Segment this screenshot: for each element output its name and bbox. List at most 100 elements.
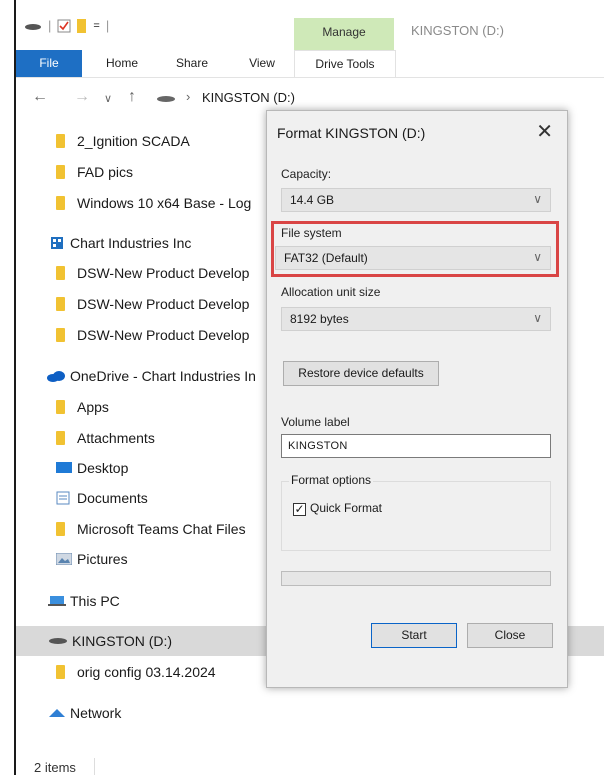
tab-home[interactable]: Home: [96, 50, 148, 77]
nav-item-label: Desktop: [77, 460, 129, 476]
nav-item[interactable]: Apps: [56, 394, 109, 420]
nav-item-label: Chart Industries Inc: [70, 235, 192, 251]
nav-item-label: DSW-New Product Develop: [77, 265, 250, 281]
nav-item-label: Windows 10 x64 Base - Log: [77, 195, 252, 211]
close-button[interactable]: Close: [467, 623, 553, 648]
tab-drive-tools[interactable]: Drive Tools: [294, 50, 396, 77]
quick-format-label[interactable]: Quick Format: [310, 501, 382, 515]
tab-share[interactable]: Share: [166, 50, 218, 77]
nav-item-label: Documents: [77, 490, 148, 506]
forward-arrow-icon[interactable]: →: [74, 88, 90, 106]
folder-icon: [56, 165, 65, 179]
allocation-unit-dropdown[interactable]: 8192 bytes ∨: [281, 307, 551, 331]
manage-tab-group-label: Manage: [322, 25, 366, 39]
drive-icon[interactable]: [24, 21, 42, 31]
filesystem-label: File system: [281, 226, 342, 240]
capacity-value: 14.4 GB: [290, 193, 335, 207]
nav-item-label: orig config 03.14.2024: [77, 664, 216, 680]
chevron-down-icon: ∨: [533, 311, 542, 325]
filesystem-value: FAT32 (Default): [284, 251, 368, 265]
folder-icon: [56, 400, 65, 414]
nav-item-label: Microsoft Teams Chat Files: [77, 521, 246, 537]
nav-item-label: DSW-New Product Develop: [77, 296, 250, 312]
folder-icon: [56, 196, 65, 210]
chevron-down-icon: ∨: [533, 250, 542, 264]
nav-item-label: KINGSTON (D:): [72, 633, 173, 649]
capacity-label: Capacity:: [281, 167, 332, 181]
dialog-title: Format KINGSTON (D:): [277, 125, 426, 141]
nav-item[interactable]: This PC: [48, 588, 120, 614]
new-folder-icon[interactable]: [77, 18, 87, 33]
nav-item[interactable]: DSW-New Product Develop: [56, 260, 249, 286]
folder-icon: [56, 328, 65, 342]
back-arrow-icon[interactable]: ←: [32, 88, 48, 106]
chevron-down-icon: ∨: [533, 192, 542, 206]
breadcrumb[interactable]: KINGSTON (D:): [202, 90, 295, 105]
start-button[interactable]: Start: [371, 623, 457, 648]
breadcrumb-separator-icon[interactable]: ›: [186, 89, 190, 104]
drive-icon: [157, 96, 175, 102]
status-bar-item-count: 2 items: [34, 760, 76, 775]
folder-icon: [56, 665, 65, 679]
recent-locations-chevron-icon[interactable]: ∨: [104, 92, 112, 105]
building-icon: [51, 237, 63, 249]
properties-icon[interactable]: [57, 19, 71, 33]
format-options-label: Format options: [289, 473, 374, 487]
allocation-unit-label: Allocation unit size: [281, 285, 381, 299]
nav-item[interactable]: Attachments: [56, 425, 155, 451]
up-arrow-icon[interactable]: ↑: [128, 88, 136, 106]
tab-file[interactable]: File: [16, 50, 82, 77]
cloud-icon: [47, 371, 65, 382]
tab-view[interactable]: View: [238, 50, 286, 77]
volume-label-input[interactable]: KINGSTON: [281, 434, 551, 458]
folder-icon: [56, 297, 65, 311]
nav-item[interactable]: Network: [48, 700, 121, 726]
customize-qat-icon[interactable]: =: [93, 20, 99, 32]
nav-item-label: OneDrive - Chart Industries In: [70, 368, 256, 384]
network-icon: [49, 709, 65, 717]
nav-item-label: Pictures: [77, 551, 128, 567]
capacity-dropdown[interactable]: 14.4 GB ∨: [281, 188, 551, 212]
nav-item[interactable]: FAD pics: [56, 159, 133, 185]
nav-item[interactable]: KINGSTON (D:): [48, 628, 172, 654]
nav-item[interactable]: orig config 03.14.2024: [56, 659, 216, 685]
nav-item-label: Attachments: [77, 430, 155, 446]
nav-item-label: DSW-New Product Develop: [77, 327, 250, 343]
title-bar: | = | Manage KINGSTON (D:): [16, 0, 604, 50]
nav-item[interactable]: Pictures: [55, 546, 128, 572]
ribbon-tabs: File Home Share View Drive Tools: [16, 50, 604, 78]
close-icon[interactable]: ✕: [536, 119, 553, 144]
format-progress-bar: [281, 571, 551, 586]
quick-access-toolbar: | = |: [24, 18, 109, 33]
nav-item-label: Network: [70, 705, 122, 721]
computer-icon: [48, 596, 66, 606]
desktop-icon: [56, 462, 72, 473]
nav-item[interactable]: Documents: [56, 485, 148, 511]
documents-icon: [56, 491, 70, 505]
folder-icon: [56, 431, 65, 445]
allocation-unit-value: 8192 bytes: [290, 312, 349, 326]
nav-item-label: Apps: [77, 399, 109, 415]
window-title: KINGSTON (D:): [411, 23, 504, 38]
nav-item[interactable]: Windows 10 x64 Base - Log: [56, 190, 251, 216]
nav-item[interactable]: 2_Ignition SCADA: [56, 128, 190, 154]
filesystem-dropdown[interactable]: FAT32 (Default) ∨: [275, 246, 551, 270]
drive-icon: [49, 638, 67, 644]
quick-format-checkbox[interactable]: ✓: [293, 503, 306, 516]
folder-icon: [56, 266, 65, 280]
pictures-icon: [55, 552, 73, 566]
format-dialog: Format KINGSTON (D:) ✕ Capacity: 14.4 GB…: [266, 110, 568, 688]
nav-item-label: 2_Ignition SCADA: [77, 133, 190, 149]
volume-label-label: Volume label: [281, 415, 350, 429]
folder-icon: [56, 134, 65, 148]
nav-item[interactable]: DSW-New Product Develop: [56, 291, 249, 317]
nav-item[interactable]: DSW-New Product Develop: [56, 322, 249, 348]
status-separator: [94, 758, 95, 775]
nav-item-label: This PC: [70, 593, 120, 609]
nav-item-label: FAD pics: [77, 164, 134, 180]
restore-defaults-button[interactable]: Restore device defaults: [283, 361, 439, 386]
nav-item[interactable]: OneDrive - Chart Industries In: [46, 363, 256, 389]
nav-item[interactable]: Microsoft Teams Chat Files: [56, 516, 246, 542]
nav-item[interactable]: Desktop: [56, 455, 128, 481]
nav-item[interactable]: Chart Industries Inc: [50, 230, 191, 256]
